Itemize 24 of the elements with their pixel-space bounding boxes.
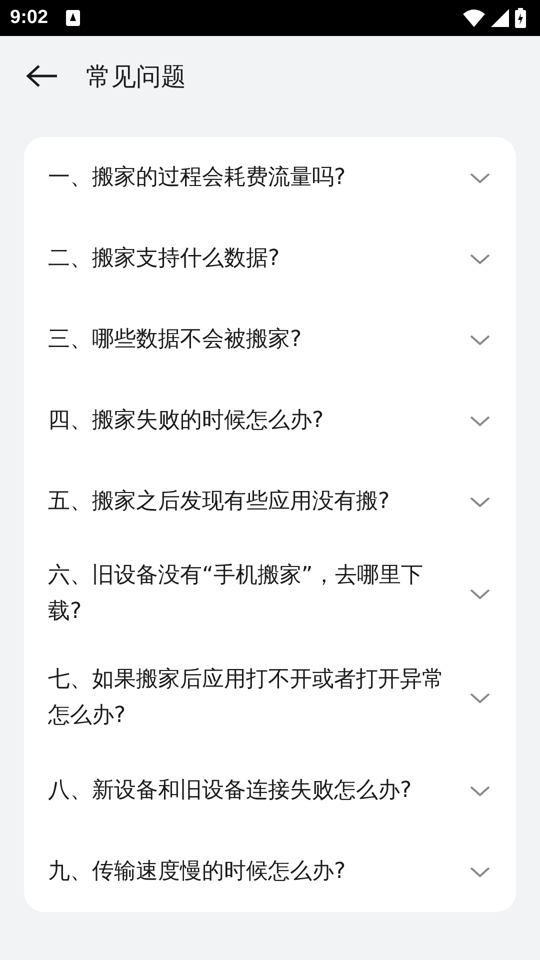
battery-icon bbox=[515, 8, 526, 28]
faq-question: 九、传输速度慢的时候怎么办? bbox=[48, 858, 347, 886]
faq-question: 二、搬家支持什么数据? bbox=[48, 244, 281, 272]
page-title: 常见问题 bbox=[86, 60, 186, 92]
faq-question: 一、搬家的过程会耗费流量吗? bbox=[48, 164, 347, 192]
faq-item[interactable]: 二、搬家支持什么数据? bbox=[48, 218, 492, 299]
signal-icon bbox=[491, 9, 509, 27]
faq-item[interactable]: 六、旧设备没有“手机搬家”，去哪里下载? bbox=[48, 542, 492, 646]
faq-item[interactable]: 七、如果搬家后应用打不开或者打开异常怎么办? bbox=[48, 646, 492, 750]
faq-item[interactable]: 九、传输速度慢的时候怎么办? bbox=[48, 831, 492, 912]
faq-item[interactable]: 一、搬家的过程会耗费流量吗? bbox=[48, 137, 492, 218]
faq-item[interactable]: 五、搬家之后发现有些应用没有搬? bbox=[48, 461, 492, 542]
status-time: 9:02 bbox=[10, 7, 48, 29]
wifi-icon bbox=[463, 9, 485, 27]
faq-question: 八、新设备和旧设备连接失败怎么办? bbox=[48, 776, 413, 804]
faq-question: 七、如果搬家后应用打不开或者打开异常怎么办? bbox=[48, 666, 445, 730]
faq-item[interactable]: 八、新设备和旧设备连接失败怎么办? bbox=[48, 750, 492, 831]
faq-item[interactable]: 三、哪些数据不会被搬家? bbox=[48, 299, 492, 380]
faq-question: 五、搬家之后发现有些应用没有搬? bbox=[48, 488, 391, 516]
faq-question: 四、搬家失败的时候怎么办? bbox=[48, 406, 325, 434]
keyboard-status-icon bbox=[66, 10, 80, 26]
faq-item[interactable]: 四、搬家失败的时候怎么办? bbox=[48, 380, 492, 461]
faq-question: 三、哪些数据不会被搬家? bbox=[48, 326, 303, 354]
faq-question: 六、旧设备没有“手机搬家”，去哪里下载? bbox=[48, 562, 424, 626]
